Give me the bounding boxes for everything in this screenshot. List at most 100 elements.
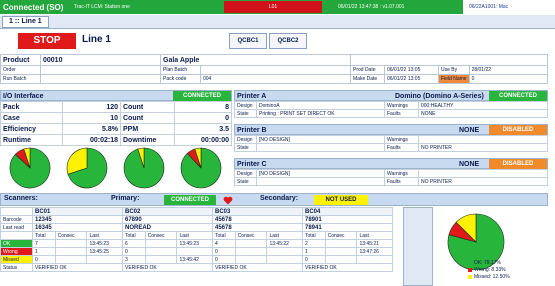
- state-label: State: [234, 109, 257, 118]
- prod-date-value: 06/01/22 13:05: [384, 65, 439, 75]
- io-value: 3.5: [174, 123, 232, 135]
- barcode-label: Barcode: [0, 215, 33, 224]
- missed-last: [356, 255, 393, 264]
- ok-last: 13:45:23: [176, 239, 213, 248]
- io-label: Count: [120, 101, 175, 113]
- io-value: 5.8%: [62, 123, 121, 135]
- design-label: Design: [234, 169, 257, 178]
- stop-button[interactable]: STOP: [18, 33, 76, 49]
- last-header: Last: [356, 231, 393, 240]
- secondary-label: Secondary:: [260, 195, 299, 202]
- use-by-label: Use By: [438, 65, 470, 75]
- printer-c-panel: Printer C NONE DISABLED Design [NO DESIG…: [234, 158, 548, 186]
- consec-header: Consec: [54, 231, 88, 240]
- total-header: Total: [302, 231, 326, 240]
- device-id: 06/22A1001: Mac: [463, 0, 555, 14]
- missed-consec: [234, 255, 268, 264]
- io-value: 120: [62, 101, 121, 113]
- scanner-name: BC02: [122, 207, 213, 216]
- scanner-name: BC03: [212, 207, 303, 216]
- make-date-value: 06/01/22 13:05: [384, 74, 439, 84]
- consec-header: Consec: [234, 231, 268, 240]
- ok-consec: [144, 239, 178, 248]
- missed-consec: [54, 255, 88, 264]
- faults-label: Faults: [384, 177, 419, 186]
- io-value: 0: [174, 112, 232, 124]
- small-pie-charts: [9, 147, 222, 189]
- printer-a-status: CONNECTED: [489, 91, 547, 101]
- io-label: Pack: [0, 101, 63, 113]
- barcode-value: 45678: [212, 215, 303, 224]
- missed-last: [266, 255, 303, 264]
- line-name: Line 1: [82, 34, 111, 45]
- total-header: Total: [212, 231, 236, 240]
- scanner-table: BC01 BC02 BC03 BC04 Barcode 12345 67890 …: [0, 207, 435, 272]
- make-date-label: Make Date: [350, 74, 385, 84]
- ok-total: 6: [122, 239, 146, 248]
- prod-date-label: Prod Date: [350, 65, 385, 75]
- qcbc1-button[interactable]: QCBC1: [229, 33, 267, 49]
- tab-line-1[interactable]: 1 :: Line 1: [2, 16, 49, 28]
- pack-code-value: 004: [200, 74, 351, 84]
- heart-icon: [223, 196, 233, 205]
- faults-value: NONE: [418, 109, 548, 118]
- printer-c-type: NONE: [459, 161, 480, 168]
- total-header: Total: [32, 231, 56, 240]
- io-title: I/O Interface: [3, 93, 44, 100]
- wrong-consec: [144, 247, 178, 256]
- missed-consec: [144, 255, 178, 264]
- warnings-label: Warnings: [384, 101, 419, 110]
- alarm-indicator[interactable]: L01: [224, 1, 322, 13]
- last-header: Last: [176, 231, 213, 240]
- scanner-status: VERIFIED OK: [302, 263, 393, 272]
- warnings-value: [418, 135, 548, 144]
- design-label: Design: [234, 135, 257, 144]
- ok-consec: [234, 239, 268, 248]
- line-control-row: STOP Line 1 QCBC1 QCBC2: [0, 33, 555, 50]
- printer-a-header: Printer A Domino (Domino A-Series) CONNE…: [234, 90, 548, 101]
- state-value: Printing : PRINT SET DIRECT OK: [256, 109, 385, 118]
- printer-b-title: Printer B: [237, 127, 267, 134]
- faults-label: Faults: [384, 143, 419, 152]
- pack-code-label: Pack code: [160, 74, 201, 84]
- io-label: Count: [120, 112, 175, 124]
- scanner-status: VERIFIED OK: [122, 263, 213, 272]
- state-label: State: [234, 177, 257, 186]
- legend-ok: OK: 79.17%: [468, 260, 510, 267]
- qcbc2-button[interactable]: QCBC2: [269, 33, 307, 49]
- order-label: Order: [0, 65, 41, 75]
- scanners-label: Scanners:: [4, 195, 38, 202]
- product-label: Product: [0, 54, 41, 66]
- warnings-value: [418, 169, 548, 178]
- printer-b-header: Printer B NONE DISABLED: [234, 124, 548, 135]
- state-value: [256, 143, 385, 152]
- state-value: [256, 177, 385, 186]
- io-value: 10: [62, 112, 121, 124]
- last-read-value: 45678: [212, 223, 303, 232]
- use-by-value: 28/01/22: [468, 65, 549, 75]
- status-bar: Connected (SO) Trac-IT LCM: Station one …: [0, 0, 555, 14]
- ok-total: 4: [212, 239, 236, 248]
- product-name: Gala Apple: [160, 54, 351, 66]
- scanner-status: VERIFIED OK: [32, 263, 123, 272]
- printer-b-status: DISABLED: [489, 125, 547, 135]
- warnings-label: Warnings: [384, 169, 419, 178]
- state-label: State: [234, 143, 257, 152]
- last-read-label: Last read: [0, 223, 33, 232]
- missed-total: 0: [32, 255, 56, 264]
- ok-last: 13:45:21: [356, 239, 393, 248]
- wrong-last: 13:45:25: [86, 247, 123, 256]
- scanner-name: BC04: [302, 207, 393, 216]
- printer-c-header: Printer C NONE DISABLED: [234, 158, 548, 169]
- printer-b-type: NONE: [459, 127, 480, 134]
- warnings-label: Warnings: [384, 135, 419, 144]
- product-code: 00010: [40, 54, 161, 66]
- last-read-value: NOREAD: [122, 223, 213, 232]
- ok-total: 2: [302, 239, 326, 248]
- last-read-value: 16345: [32, 223, 123, 232]
- io-header: I/O Interface CONNECTED: [0, 90, 232, 101]
- consec-header: Consec: [144, 231, 178, 240]
- missed-total: 3: [122, 255, 146, 264]
- legend-missed: Missed: 12.50%: [468, 274, 510, 281]
- ok-label: OK: [0, 239, 33, 248]
